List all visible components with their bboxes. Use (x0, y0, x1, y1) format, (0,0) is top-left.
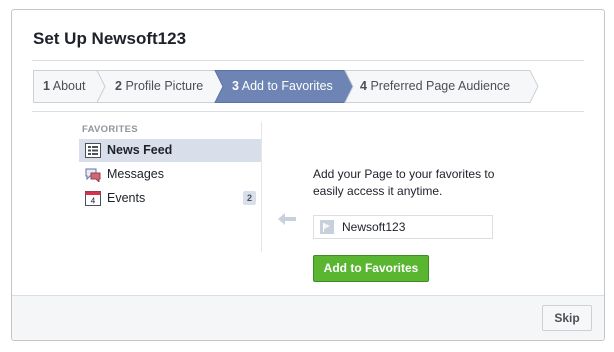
page-preview: Newsoft123 (313, 215, 493, 239)
step-number: 2 (115, 79, 122, 93)
step-profile-picture[interactable]: 2 Profile Picture (115, 70, 203, 103)
title-divider (32, 60, 584, 61)
step-number: 3 (232, 79, 239, 93)
step-number: 4 (360, 79, 367, 93)
favorites-item-news-feed[interactable]: News Feed (79, 139, 261, 162)
step-add-to-favorites[interactable]: 3 Add to Favorites (232, 70, 333, 103)
news-feed-icon (85, 143, 101, 158)
calendar-day: 4 (91, 197, 96, 206)
add-to-favorites-button[interactable]: Add to Favorites (313, 255, 429, 282)
steps-divider (32, 111, 584, 112)
setup-dialog: Set Up Newsoft123 1 About 2 Profile Pict… (11, 9, 605, 341)
dialog-title: Set Up Newsoft123 (33, 29, 187, 48)
calendar-icon: 4 (85, 191, 101, 206)
favorites-item-messages[interactable]: Messages (79, 163, 261, 186)
step-label: Add to Favorites (241, 79, 333, 93)
step-label: About (52, 79, 86, 93)
step-label: Profile Picture (125, 79, 204, 93)
favorites-heading: FAVORITES (82, 124, 138, 135)
favorites-item-label: News Feed (107, 143, 173, 157)
count-badge: 2 (243, 191, 256, 205)
step-preferred-page-audience[interactable]: 4 Preferred Page Audience (360, 70, 510, 103)
left-arrow-icon (278, 213, 296, 225)
flag-icon (320, 220, 334, 234)
messages-icon (85, 168, 101, 182)
add-favorites-description: Add your Page to your favorites to easil… (313, 167, 495, 198)
favorites-item-label: Events (107, 191, 146, 205)
vertical-divider (261, 122, 262, 252)
skip-button[interactable]: Skip (542, 305, 592, 331)
step-label: Preferred Page Audience (370, 79, 511, 93)
page-name: Newsoft123 (342, 220, 406, 234)
favorites-item-label: Messages (107, 167, 164, 181)
step-about[interactable]: 1 About (43, 70, 85, 103)
step-number: 1 (43, 79, 50, 93)
dialog-footer: Skip (12, 295, 604, 340)
steps-bar: 1 About 2 Profile Picture 3 Add to Favor… (33, 70, 593, 103)
favorites-item-events[interactable]: 4 Events 2 (79, 187, 261, 210)
